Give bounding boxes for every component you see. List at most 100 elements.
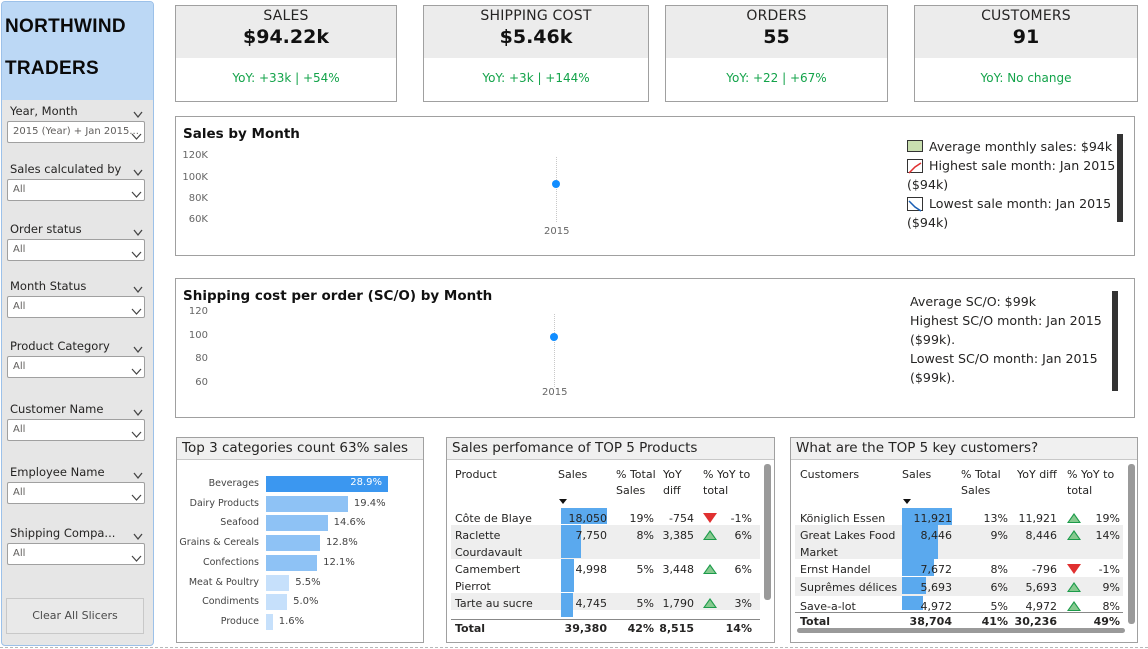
legend-lowest: Lowest SC/O month: Jan 2015	[910, 351, 1098, 366]
chevron-down-icon[interactable]	[133, 280, 143, 294]
kpi-yoy: YoY: +33k | +54%	[232, 71, 340, 85]
column-header-line: Sales	[961, 484, 991, 497]
bar[interactable]	[266, 495, 348, 512]
chevron-down-icon[interactable]	[133, 163, 143, 177]
slicer-label: Sales calculated by	[10, 162, 122, 176]
slicer-dropdown[interactable]: All	[7, 543, 145, 565]
kpi-value: $94.22k	[243, 26, 329, 48]
y-tick-label: 80	[195, 353, 208, 364]
category-label: Meat & Poultry	[188, 576, 259, 588]
column-header[interactable]: % YoY to total	[703, 467, 750, 499]
slicer-header[interactable]: Year, Month	[7, 101, 145, 121]
chevron-down-icon	[131, 186, 142, 198]
column-header[interactable]: Customers	[800, 467, 859, 483]
chevron-down-icon	[131, 246, 142, 258]
slicer-header[interactable]: Employee Name	[7, 462, 145, 482]
data-point[interactable]	[552, 179, 560, 188]
bar[interactable]	[266, 515, 328, 532]
sort-descending-icon[interactable]	[903, 499, 911, 504]
slicer-header[interactable]: Customer Name	[7, 399, 145, 419]
column-header[interactable]: Sales	[902, 467, 931, 483]
column-header-line: total	[1067, 484, 1093, 497]
x-tick-label: 2015	[542, 387, 568, 398]
legend-scrollbar[interactable]	[1117, 134, 1123, 222]
sort-descending-icon[interactable]	[559, 499, 567, 504]
x-gridline	[554, 314, 555, 387]
bar-row: Dairy Products 19.4%	[177, 495, 425, 512]
bar[interactable]: 28.9%	[266, 476, 388, 492]
y-tick-label: 80K	[188, 193, 208, 204]
legend-highest-value: ($99k).	[910, 332, 956, 347]
column-header[interactable]: YoY diff	[1017, 467, 1057, 483]
column-header-line: Product	[455, 468, 497, 481]
bar[interactable]	[266, 535, 321, 552]
table-horizontal-scrollbar[interactable]	[797, 628, 1125, 633]
kpi-yoy: YoY: +22 | +67%	[726, 71, 827, 85]
legend-highest: Highest sale month: Jan 2015	[929, 158, 1116, 173]
shipping-legend: Average SC/O: $99k Highest SC/O month: J…	[910, 292, 1110, 387]
bar-row: Condiments 5.0%	[177, 594, 425, 611]
row-name-line: Courdavault	[455, 546, 523, 559]
slicer-label: Order status	[10, 222, 82, 236]
slicer-label: Year, Month	[10, 104, 78, 118]
column-header-line: total	[703, 484, 729, 497]
row-name-line: Market	[800, 546, 838, 559]
bar[interactable]	[266, 574, 290, 591]
legend-average: Average SC/O: $99k	[910, 294, 1037, 309]
column-header[interactable]: Sales	[558, 467, 587, 483]
slicer-value: All	[13, 424, 26, 435]
bar[interactable]	[266, 594, 288, 611]
total-divider	[795, 612, 1123, 613]
slicer-dropdown[interactable]: 2015 (Year) + Jan 2015...	[7, 121, 145, 143]
chevron-down-icon[interactable]	[133, 105, 143, 119]
y-tick-label: 60	[195, 377, 208, 388]
chevron-down-icon[interactable]	[133, 527, 143, 541]
bar[interactable]	[266, 613, 273, 630]
yoy-total-value: 19%	[1095, 512, 1120, 525]
company-logo: NORTHWIND TRADERS	[2, 2, 153, 100]
data-label: 1.6%	[278, 615, 305, 627]
chevron-down-icon	[131, 363, 142, 375]
column-header[interactable]: % Total Sales	[616, 467, 656, 499]
yoy-total-value: 9%	[1102, 581, 1120, 594]
table-vertical-scrollbar[interactable]	[1128, 464, 1135, 624]
column-header[interactable]: % YoY to total	[1067, 467, 1114, 499]
bar-row: Grains & Cereals 12.8%	[177, 535, 425, 552]
slicer-header[interactable]: Product Category	[7, 336, 145, 356]
chevron-down-icon[interactable]	[133, 340, 143, 354]
slicer-value: All	[13, 487, 26, 498]
yoy-total-value: -1%	[1098, 563, 1120, 576]
slicer-7: Shipping Compa... All	[7, 523, 145, 565]
top-customers-table: What are the TOP 5 key customers? Custom…	[790, 437, 1138, 643]
slicer-header[interactable]: Month Status	[7, 276, 145, 296]
slicer-dropdown[interactable]: All	[7, 419, 145, 441]
slicer-header[interactable]: Sales calculated by	[7, 159, 145, 179]
kpi-value: 55	[763, 26, 790, 48]
slicer-header[interactable]: Order status	[7, 219, 145, 239]
chevron-down-icon[interactable]	[133, 223, 143, 237]
category-label: Produce	[220, 615, 259, 627]
column-header[interactable]: % Total Sales	[961, 467, 1001, 499]
legend-scrollbar[interactable]	[1112, 291, 1118, 391]
slicer-dropdown[interactable]: All	[7, 239, 145, 261]
slicer-header[interactable]: Shipping Compa...	[7, 523, 145, 543]
slicer-dropdown[interactable]: All	[7, 296, 145, 318]
slicer-dropdown[interactable]: All	[7, 482, 145, 504]
category-label: Condiments	[202, 596, 259, 608]
chevron-down-icon[interactable]	[133, 466, 143, 480]
trend-up-icon	[907, 159, 923, 174]
data-label: 12.1%	[323, 556, 355, 568]
column-header[interactable]: Product	[455, 467, 497, 483]
clear-all-slicers-button[interactable]: Clear All Slicers	[6, 598, 144, 634]
slicer-value: All	[13, 184, 26, 195]
column-header[interactable]: YoY diff	[663, 467, 682, 499]
table-vertical-scrollbar[interactable]	[764, 464, 771, 600]
slicer-dropdown[interactable]: All	[7, 356, 145, 378]
chevron-down-icon[interactable]	[133, 403, 143, 417]
bar[interactable]	[266, 554, 318, 571]
slicer-6: Employee Name All	[7, 462, 145, 504]
data-point[interactable]	[550, 332, 558, 341]
slicer-label: Product Category	[10, 339, 110, 353]
slicer-dropdown[interactable]: All	[7, 179, 145, 201]
column-header-line: Customers	[800, 468, 860, 481]
